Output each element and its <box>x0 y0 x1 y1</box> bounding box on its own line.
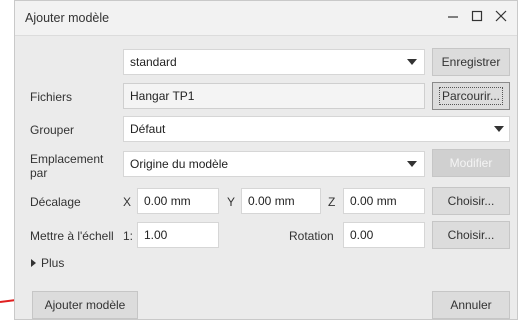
browse-button[interactable]: Parcourir... <box>432 82 510 110</box>
cancel-button[interactable]: Annuler <box>432 291 510 319</box>
title-bar: Ajouter modèle <box>15 1 517 36</box>
more-label: Plus <box>41 256 65 270</box>
offset-y-label: Y <box>227 195 236 209</box>
offset-y-field[interactable]: 0.00 mm <box>241 188 321 214</box>
files-label: Fichiers <box>30 90 73 104</box>
maximize-icon[interactable] <box>467 7 487 27</box>
scale-field[interactable]: 1.00 <box>137 222 219 248</box>
minimize-icon[interactable] <box>443 7 463 27</box>
offset-x-field[interactable]: 0.00 mm <box>137 188 219 214</box>
offset-label: Décalage <box>30 195 81 209</box>
add-model-button[interactable]: Ajouter modèle <box>32 291 138 319</box>
save-preset-button[interactable]: Enregistrer <box>432 48 510 76</box>
chevron-down-icon <box>407 161 417 167</box>
choose-offset-button[interactable]: Choisir... <box>432 187 510 215</box>
chevron-down-icon <box>407 59 417 65</box>
rotation-label: Rotation <box>289 229 334 243</box>
more-expander[interactable]: Plus <box>29 255 89 271</box>
rotation-field[interactable]: 0.00 <box>343 222 425 248</box>
modify-button[interactable]: Modifier <box>432 149 510 177</box>
add-model-dialog: Ajouter modèle standard Enregistrer Fich… <box>14 0 518 320</box>
chevron-down-icon <box>494 126 504 132</box>
location-dropdown[interactable]: Origine du modèle <box>123 151 425 177</box>
group-dropdown[interactable]: Défaut <box>123 116 510 142</box>
expand-triangle-icon <box>31 259 36 267</box>
offset-z-field[interactable]: 0.00 mm <box>343 188 425 214</box>
preset-dropdown[interactable]: standard <box>123 49 425 75</box>
offset-x-label: X <box>123 195 132 209</box>
group-label: Grouper <box>30 123 75 137</box>
scale-label: Mettre à l'échell <box>30 229 114 243</box>
scale-prefix: 1: <box>123 229 134 243</box>
location-label: Emplacement par <box>30 152 104 180</box>
choose-scale-button[interactable]: Choisir... <box>432 221 510 249</box>
close-icon[interactable] <box>491 7 511 27</box>
file-path-field[interactable]: Hangar TP1 <box>123 83 425 109</box>
offset-z-label: Z <box>328 195 336 209</box>
preset-value: standard <box>130 55 177 69</box>
window-title: Ajouter modèle <box>25 11 110 25</box>
